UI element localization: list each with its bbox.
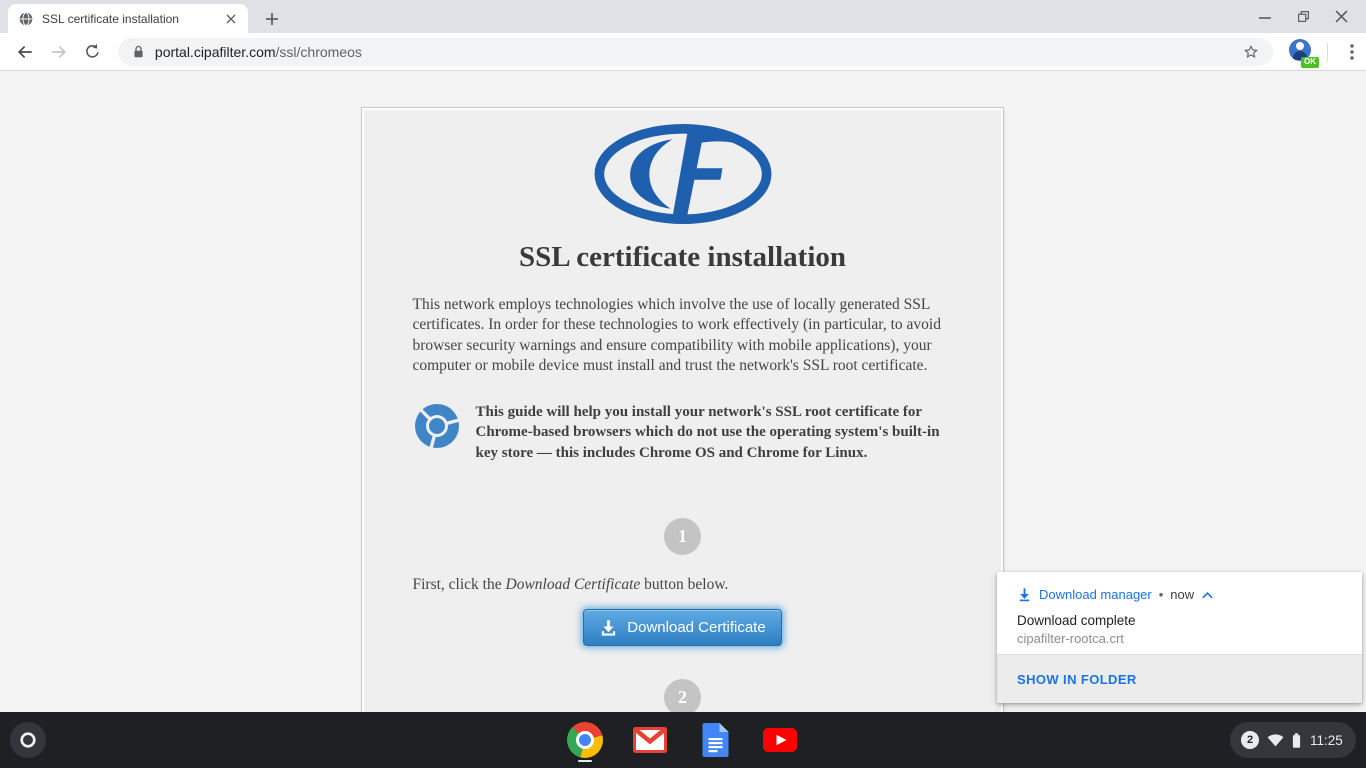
reload-icon[interactable]	[76, 35, 110, 69]
download-certificate-button[interactable]: Download Certificate	[583, 609, 781, 646]
notification-source: Download manager	[1039, 587, 1152, 602]
step-2-badge: 2	[664, 679, 701, 712]
show-in-folder-button[interactable]: SHOW IN FOLDER	[1017, 672, 1137, 687]
forward-icon[interactable]	[42, 35, 76, 69]
url-domain: portal.cipafilter.com	[155, 44, 276, 60]
step-1-badge: 1	[664, 518, 701, 555]
tab-close-icon[interactable]	[222, 10, 240, 28]
launcher-ring-icon	[19, 731, 37, 749]
step-1-text-post: button below.	[640, 576, 728, 593]
step-1-text-pre: First, click the	[413, 576, 506, 593]
download-button-label: Download Certificate	[627, 619, 765, 636]
toolbar-divider	[1327, 43, 1328, 61]
chrome-icon	[567, 722, 603, 758]
browser-menu-icon[interactable]	[1338, 38, 1366, 66]
shelf-apps	[567, 722, 798, 758]
launcher-button[interactable]	[10, 722, 46, 758]
restore-window-icon[interactable]	[1284, 0, 1322, 33]
guide-note: This guide will help you install your ne…	[413, 402, 953, 463]
youtube-icon	[763, 728, 797, 752]
window-controls	[1246, 0, 1360, 33]
download-icon	[1017, 587, 1032, 602]
page-title: SSL certificate installation	[362, 241, 1003, 274]
chrome-mono-icon	[413, 402, 461, 450]
notification-separator: •	[1159, 587, 1164, 602]
gmail-icon	[633, 727, 667, 753]
bookmark-star-icon[interactable]	[1239, 40, 1263, 64]
minimize-icon[interactable]	[1246, 0, 1284, 33]
browser-tab[interactable]: SSL certificate installation	[8, 4, 248, 33]
address-bar[interactable]: portal.cipafilter.com/ssl/chromeos	[118, 38, 1273, 66]
tab-strip: SSL certificate installation	[0, 0, 1366, 33]
download-tray-icon	[599, 618, 618, 637]
extension-avatar[interactable]: OK	[1289, 39, 1315, 65]
docs-icon	[702, 723, 729, 757]
url-path: /ssl/chromeos	[276, 44, 362, 60]
notification-title: Download complete	[1017, 613, 1342, 628]
url-text: portal.cipafilter.com/ssl/chromeos	[155, 44, 1239, 60]
notification-header: Download manager • now	[997, 572, 1362, 602]
lock-icon[interactable]	[132, 44, 145, 59]
tab-title: SSL certificate installation	[42, 12, 222, 26]
shelf-app-chrome[interactable]	[567, 722, 603, 758]
chromeos-shelf: 2 11:25	[0, 712, 1366, 768]
guide-text: This guide will help you install your ne…	[476, 402, 953, 463]
download-notification: Download manager • now Download complete…	[997, 572, 1362, 703]
globe-favicon-icon	[18, 11, 34, 27]
notification-time: now	[1170, 587, 1194, 602]
active-app-indicator	[578, 760, 592, 763]
chevron-up-icon[interactable]	[1201, 590, 1214, 600]
shelf-app-youtube[interactable]	[762, 722, 798, 758]
step-1-instruction: First, click the Download Certificate bu…	[413, 576, 953, 594]
clock: 11:25	[1310, 733, 1343, 748]
new-tab-button[interactable]	[260, 7, 284, 31]
intro-paragraph: This network employs technologies which …	[413, 295, 953, 377]
battery-icon	[1292, 733, 1301, 748]
shelf-app-docs[interactable]	[697, 722, 733, 758]
notification-filename: cipafilter-rootca.crt	[1017, 631, 1342, 646]
notification-footer: SHOW IN FOLDER	[997, 654, 1362, 703]
cipafilter-logo	[591, 124, 775, 224]
back-icon[interactable]	[8, 35, 42, 69]
system-tray[interactable]: 2 11:25	[1230, 722, 1356, 758]
shelf-app-gmail[interactable]	[632, 722, 668, 758]
browser-toolbar: portal.cipafilter.com/ssl/chromeos OK	[0, 33, 1366, 71]
content-card: SSL certificate installation This networ…	[361, 107, 1004, 712]
wifi-icon	[1267, 733, 1284, 747]
step-1-text-em: Download Certificate	[506, 576, 641, 593]
close-window-icon[interactable]	[1322, 0, 1360, 33]
notification-count-badge: 2	[1241, 731, 1259, 749]
extension-status-badge: OK	[1301, 57, 1319, 68]
